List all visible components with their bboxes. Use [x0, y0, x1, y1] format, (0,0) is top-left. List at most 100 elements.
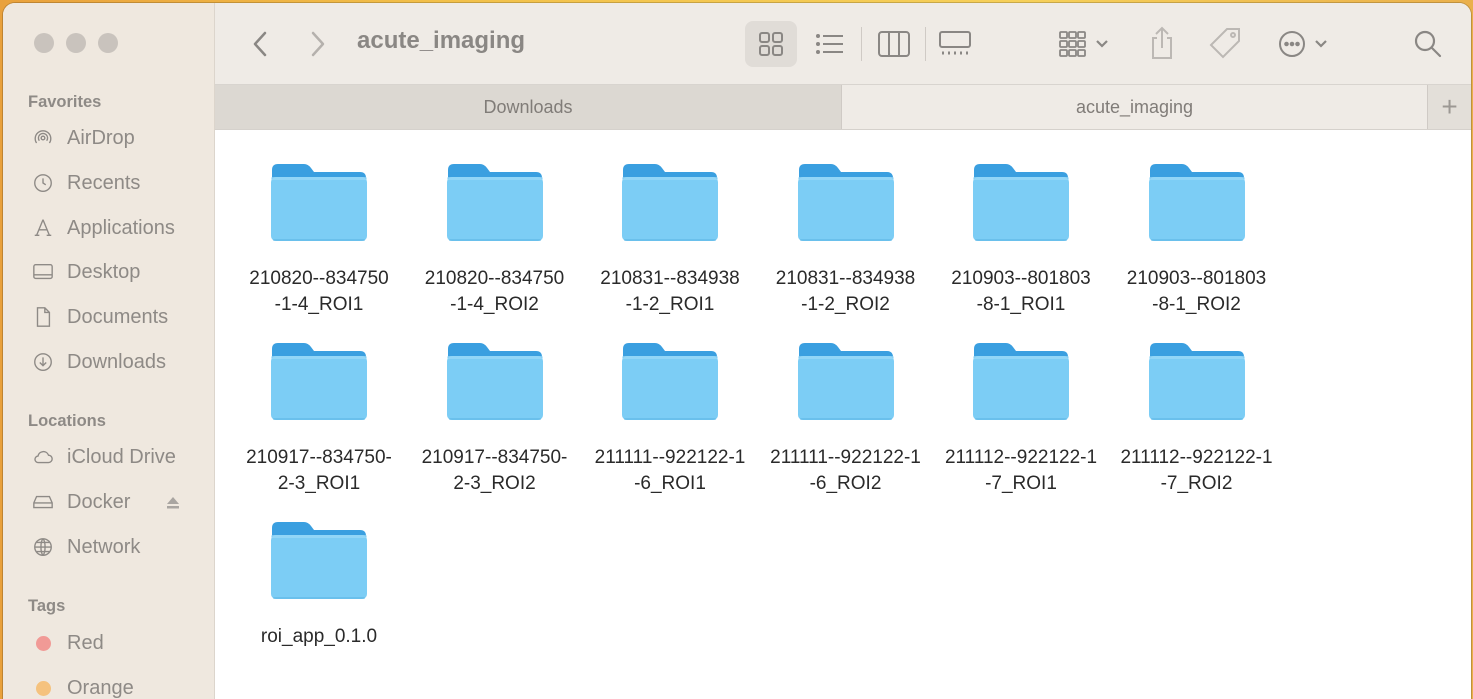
drive-icon — [31, 490, 55, 514]
folder-item[interactable]: 211112--922122-1 -7_ROI2 — [1111, 339, 1283, 497]
sidebar-item-docker[interactable]: Docker — [31, 487, 130, 517]
folder-item[interactable]: 210903--801803 -8-1_ROI1 — [935, 160, 1107, 318]
sidebar-item-network[interactable]: Network — [31, 532, 140, 562]
list-view-button[interactable] — [813, 25, 847, 63]
sidebar-item-recents[interactable]: Recents — [31, 168, 140, 198]
sidebar-item-airdrop[interactable]: AirDrop — [31, 123, 135, 153]
search-icon — [1414, 30, 1442, 58]
folder-item[interactable]: 210831--834938 -1-2_ROI1 — [584, 160, 756, 318]
applications-icon — [31, 216, 55, 240]
gallery-view-button[interactable] — [935, 25, 975, 63]
chevron-right-icon — [311, 31, 325, 57]
folder-icon — [973, 343, 1069, 420]
sidebar-item-label: Applications — [67, 216, 175, 239]
finder-window: Favorites AirDrop Recents Applications D… — [3, 3, 1471, 699]
folder-item[interactable]: 210903--801803 -8-1_ROI2 — [1111, 160, 1283, 318]
column-view-button[interactable] — [875, 25, 913, 63]
folder-icon — [797, 343, 894, 420]
new-tab-button[interactable]: + — [1427, 85, 1471, 129]
sidebar-item-label: Red — [67, 631, 104, 654]
share-button[interactable] — [1145, 23, 1179, 63]
tab-acute-imaging[interactable]: acute_imaging — [842, 85, 1427, 129]
window-title: acute_imaging — [357, 27, 526, 54]
sidebar-item-label: Documents — [67, 305, 169, 328]
sidebar-item-tag-orange[interactable]: Orange — [31, 673, 134, 699]
plus-icon: + — [1441, 91, 1458, 122]
tag-icon — [1209, 28, 1240, 59]
sidebar-item-tag-red[interactable]: Red — [31, 628, 104, 658]
folder-name: 211112--922122-1 -7_ROI1 — [944, 447, 1098, 494]
folder-item[interactable]: 211111--922122-1 -6_ROI1 — [584, 339, 756, 497]
window-controls — [34, 33, 118, 53]
folder-icon — [446, 164, 543, 241]
folder-name: 211111--922122-1 -6_ROI2 — [770, 447, 921, 494]
folder-name: 210820--834750 -1-4_ROI1 — [249, 268, 389, 315]
group-by-button[interactable] — [1055, 25, 1117, 63]
sidebar-item-label: Orange — [67, 676, 134, 699]
back-button[interactable] — [245, 29, 275, 59]
sidebar-item-label: iCloud Drive — [67, 445, 176, 468]
folder-name: 210831--834938 -1-2_ROI2 — [775, 268, 916, 315]
download-icon — [31, 350, 55, 374]
folder-name: 210917--834750- 2-3_ROI2 — [421, 447, 568, 494]
tags-header: Tags — [28, 597, 66, 615]
folder-name: 210820--834750 -1-4_ROI2 — [424, 268, 565, 315]
folder-item[interactable]: roi_app_0.1.0 — [233, 518, 405, 650]
folder-item[interactable]: 210831--834938 -1-2_ROI2 — [760, 160, 932, 318]
sidebar-item-downloads[interactable]: Downloads — [31, 347, 166, 377]
gallery-icon — [939, 31, 971, 55]
folder-item[interactable]: 211111--922122-1 -6_ROI2 — [760, 339, 932, 497]
desktop-icon — [31, 260, 55, 284]
tab-label: Downloads — [483, 96, 573, 117]
clock-icon — [31, 171, 55, 195]
sidebar-item-icloud-drive[interactable]: iCloud Drive — [31, 442, 176, 472]
tag-button[interactable] — [1205, 23, 1245, 63]
folder-icon — [622, 343, 718, 420]
folder-icon — [1148, 343, 1245, 420]
folder-name: 211111--922122-1 -6_ROI1 — [594, 447, 746, 494]
close-window-button[interactable] — [34, 33, 54, 53]
folder-name: 210917--834750- 2-3_ROI1 — [246, 447, 392, 494]
folder-icon — [271, 343, 367, 420]
sidebar-item-applications[interactable]: Applications — [31, 213, 175, 243]
sidebar-item-documents[interactable]: Documents — [31, 302, 168, 332]
folder-item[interactable]: 210917--834750- 2-3_ROI1 — [233, 339, 405, 497]
sidebar-item-desktop[interactable]: Desktop — [31, 257, 140, 287]
group-icon — [1059, 31, 1108, 57]
chevron-left-icon — [253, 31, 267, 57]
file-grid: 210820--834750 -1-4_ROI1 210820--834750 -… — [215, 130, 1471, 699]
folder-icon — [446, 343, 543, 420]
sidebar-item-label: Desktop — [67, 260, 141, 283]
globe-icon — [31, 535, 55, 559]
folder-item[interactable]: 210820--834750 -1-4_ROI1 — [233, 160, 405, 318]
folder-name: roi_app_0.1.0 — [260, 626, 378, 647]
tab-downloads[interactable]: Downloads — [215, 85, 842, 129]
folder-item[interactable]: 210917--834750- 2-3_ROI2 — [409, 339, 581, 497]
favorites-header: Favorites — [28, 93, 102, 111]
folder-item[interactable]: 210820--834750 -1-4_ROI2 — [409, 160, 581, 318]
minimize-window-button[interactable] — [66, 33, 86, 53]
zoom-window-button[interactable] — [98, 33, 118, 53]
eject-icon[interactable] — [164, 494, 182, 512]
grid-icon — [759, 32, 783, 56]
airdrop-icon — [31, 126, 55, 150]
columns-icon — [878, 31, 910, 57]
tab-label: acute_imaging — [1075, 96, 1194, 117]
forward-button[interactable] — [303, 29, 333, 59]
orange-tag-dot-icon — [35, 680, 51, 696]
sidebar-item-label: Docker — [67, 490, 131, 513]
folder-name: 210903--801803 -8-1_ROI2 — [1126, 268, 1267, 315]
toolbar: acute_imaging — [215, 3, 1471, 85]
sidebar-item-label: Network — [67, 535, 141, 558]
sidebar-item-label: Downloads — [67, 350, 166, 373]
folder-icon — [1148, 164, 1245, 241]
search-button[interactable] — [1411, 27, 1445, 61]
action-menu-button[interactable] — [1275, 25, 1335, 63]
icon-view-button[interactable] — [745, 21, 797, 67]
share-icon — [1152, 26, 1172, 59]
folder-icon — [622, 164, 718, 241]
folder-item[interactable]: 211112--922122-1 -7_ROI1 — [935, 339, 1107, 497]
sidebar-item-label: AirDrop — [67, 126, 135, 149]
document-icon — [31, 305, 55, 329]
folder-icon — [973, 164, 1069, 241]
